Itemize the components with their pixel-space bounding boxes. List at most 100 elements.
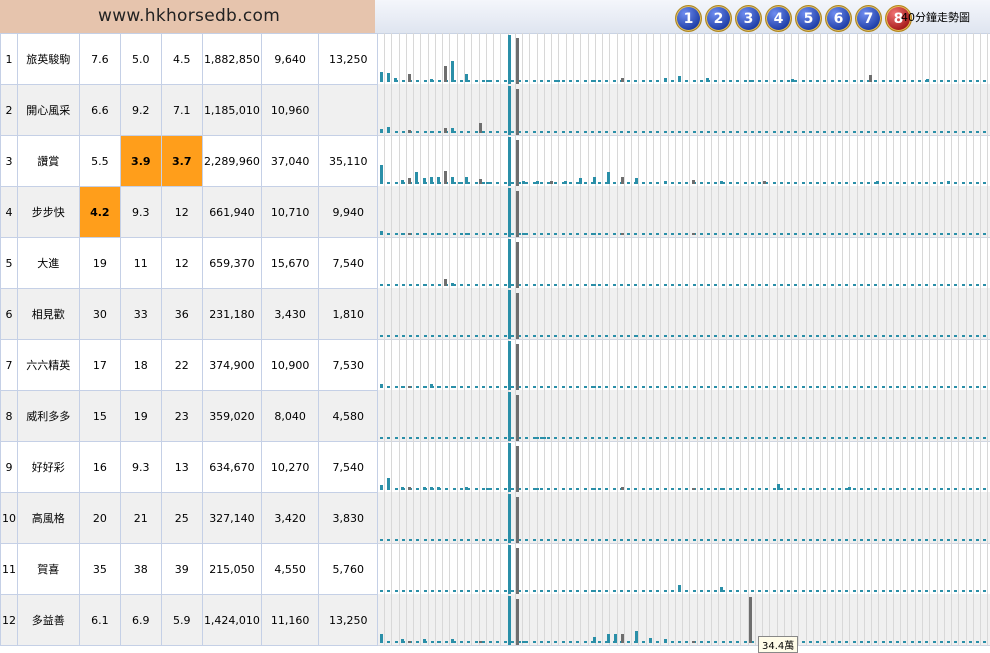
- chart-bar-tall[interactable]: [516, 89, 519, 135]
- chart-bar[interactable]: [649, 638, 652, 643]
- chart-bar[interactable]: [593, 386, 596, 388]
- chart-bar[interactable]: [664, 639, 667, 643]
- chart-bar[interactable]: [380, 634, 383, 643]
- chart-bar[interactable]: [635, 335, 638, 337]
- chart-bar[interactable]: [749, 80, 752, 82]
- chart-bar[interactable]: [947, 181, 950, 184]
- chart-bar[interactable]: [387, 127, 390, 133]
- chart-bar[interactable]: [550, 181, 553, 184]
- chart-bar[interactable]: [486, 182, 489, 184]
- chart-bar[interactable]: [444, 128, 447, 133]
- chart-bar[interactable]: [635, 631, 638, 643]
- chart-bar[interactable]: [593, 177, 596, 184]
- chart-bar[interactable]: [380, 284, 383, 286]
- chart-bar[interactable]: [430, 131, 433, 133]
- chart-bar-tall[interactable]: [508, 443, 511, 492]
- chart-bar[interactable]: [664, 78, 667, 82]
- chart-bar[interactable]: [621, 233, 624, 235]
- chart-bar[interactable]: [720, 181, 723, 184]
- chart-bar-tall[interactable]: [508, 137, 511, 186]
- horse-name[interactable]: 六六精英: [16, 339, 80, 391]
- chart-bar[interactable]: [423, 487, 426, 490]
- chart-bar[interactable]: [387, 73, 390, 82]
- chart-bar[interactable]: [848, 487, 851, 490]
- chart-bar[interactable]: [437, 177, 440, 184]
- chart-bar[interactable]: [465, 177, 468, 184]
- chart-bar[interactable]: [522, 641, 525, 643]
- chart-bar[interactable]: [536, 437, 539, 439]
- chart-bar[interactable]: [664, 181, 667, 184]
- horse-name[interactable]: 賀喜: [16, 543, 80, 595]
- chart-bar[interactable]: [451, 283, 454, 286]
- chart-bar[interactable]: [380, 384, 383, 388]
- chart-bar[interactable]: [423, 639, 426, 643]
- chart-bar-tall[interactable]: [508, 35, 511, 84]
- chart-bar[interactable]: [437, 233, 440, 235]
- chart-bar[interactable]: [678, 585, 681, 592]
- chart-bar[interactable]: [536, 488, 539, 490]
- horse-name[interactable]: 多益善: [16, 594, 80, 646]
- chart-bar[interactable]: [635, 178, 638, 184]
- chart-bar[interactable]: [401, 639, 404, 643]
- chart-bar[interactable]: [423, 233, 426, 235]
- chart-bar[interactable]: [621, 634, 624, 643]
- chart-bar[interactable]: [380, 72, 383, 82]
- chart-bar[interactable]: [621, 487, 624, 490]
- chart-bar[interactable]: [593, 284, 596, 286]
- chart-bar[interactable]: [486, 488, 489, 490]
- chart-bar[interactable]: [649, 80, 652, 82]
- chart-bar[interactable]: [777, 484, 780, 490]
- chart-bar[interactable]: [593, 488, 596, 490]
- chart-bar-tall[interactable]: [508, 596, 511, 645]
- chart-bar[interactable]: [387, 478, 390, 490]
- chart-bar[interactable]: [479, 179, 482, 184]
- horse-name[interactable]: 威利多多: [16, 390, 80, 442]
- chart-bar-tall[interactable]: [508, 290, 511, 339]
- chart-bar[interactable]: [869, 75, 872, 82]
- horse-name[interactable]: 大進: [16, 237, 80, 289]
- chart-bar[interactable]: [465, 487, 468, 490]
- chart-bar[interactable]: [408, 74, 411, 82]
- chart-bar[interactable]: [479, 123, 482, 133]
- horse-name[interactable]: 好好彩: [16, 441, 80, 493]
- chart-bar[interactable]: [876, 181, 879, 184]
- chart-bar-tall[interactable]: [508, 545, 511, 594]
- chart-bar[interactable]: [536, 181, 539, 184]
- chart-bar-tall[interactable]: [516, 191, 519, 237]
- race-button-3[interactable]: 3: [735, 5, 762, 32]
- chart-bar[interactable]: [621, 177, 624, 184]
- chart-bar[interactable]: [408, 386, 411, 388]
- chart-bar-tall[interactable]: [508, 392, 511, 441]
- chart-bar[interactable]: [451, 61, 454, 82]
- chart-bar[interactable]: [458, 182, 461, 184]
- horse-name[interactable]: 相見歡: [16, 288, 80, 340]
- chart-bar-tall[interactable]: [516, 446, 519, 492]
- chart-bar[interactable]: [380, 129, 383, 133]
- chart-bar[interactable]: [380, 485, 383, 490]
- chart-bar[interactable]: [522, 181, 525, 184]
- chart-bar-tall[interactable]: [508, 494, 511, 543]
- chart-bar[interactable]: [720, 587, 723, 592]
- chart-bar[interactable]: [430, 384, 433, 388]
- chart-bar[interactable]: [479, 641, 482, 643]
- chart-bar[interactable]: [543, 437, 546, 439]
- chart-bar[interactable]: [557, 80, 560, 82]
- chart-bar[interactable]: [430, 177, 433, 184]
- chart-bar[interactable]: [465, 233, 468, 235]
- chart-bar[interactable]: [579, 178, 582, 184]
- chart-bar-tall[interactable]: [516, 242, 519, 288]
- chart-bar[interactable]: [451, 639, 454, 643]
- chart-bar[interactable]: [423, 178, 426, 184]
- chart-bar[interactable]: [749, 597, 752, 643]
- race-button-1[interactable]: 1: [675, 5, 702, 32]
- chart-bar[interactable]: [401, 233, 404, 235]
- chart-bar[interactable]: [423, 386, 426, 388]
- chart-bar[interactable]: [486, 80, 489, 82]
- site-title[interactable]: www.hkhorsedb.com: [98, 6, 280, 26]
- chart-bar[interactable]: [926, 79, 929, 82]
- chart-bar-tall[interactable]: [508, 86, 511, 135]
- chart-bar[interactable]: [444, 279, 447, 286]
- chart-bar-tall[interactable]: [516, 599, 519, 645]
- race-button-4[interactable]: 4: [765, 5, 792, 32]
- chart-bar[interactable]: [444, 66, 447, 82]
